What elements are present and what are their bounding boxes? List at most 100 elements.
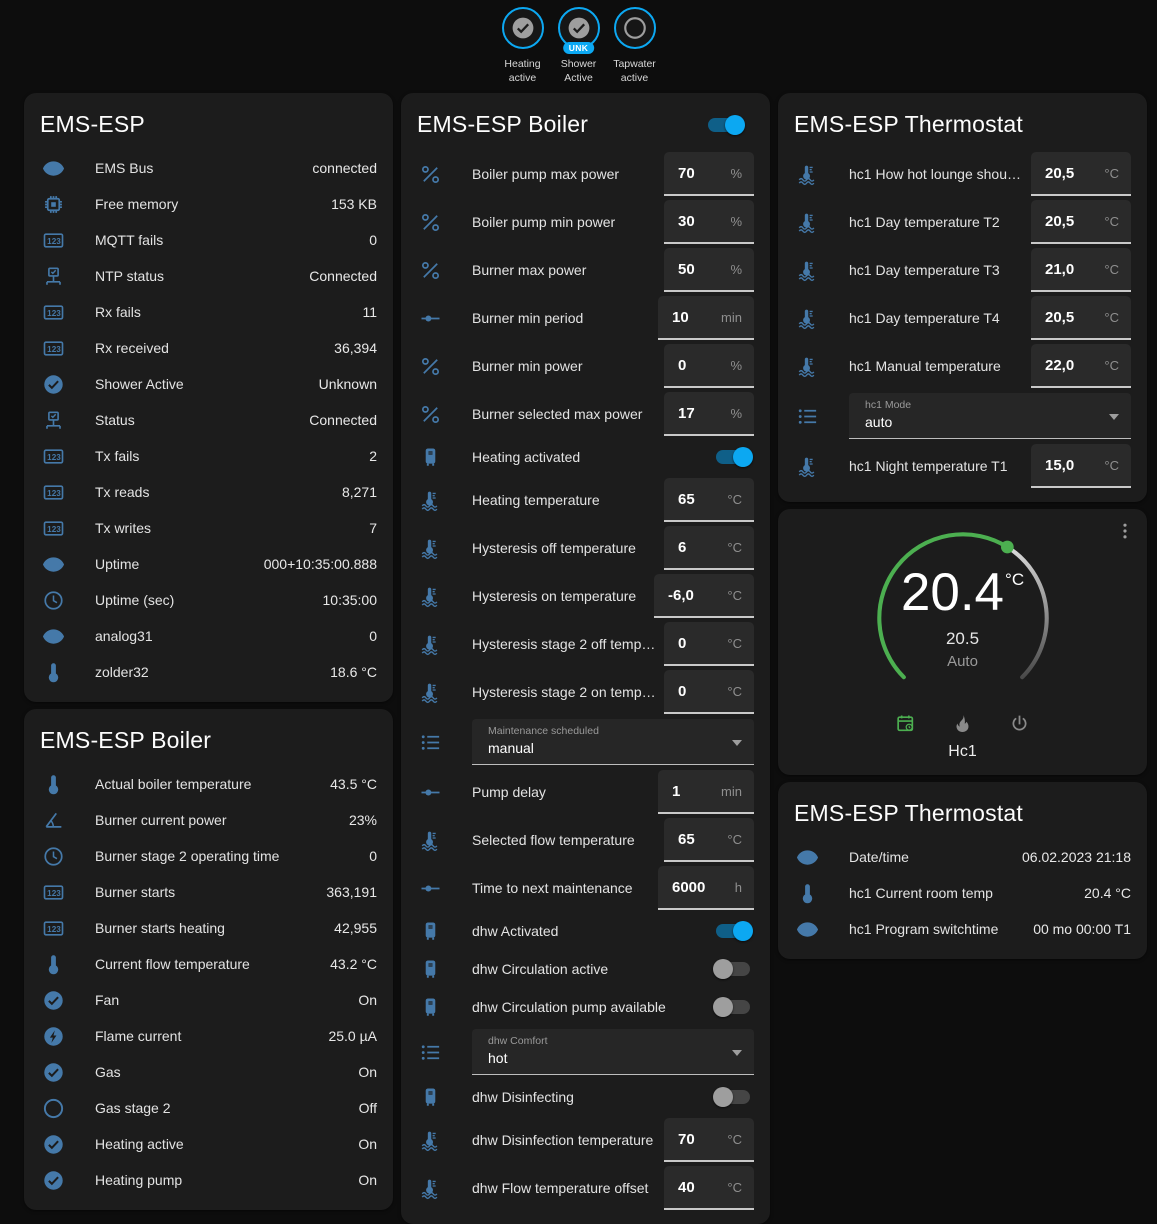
number-input-heating-temperature[interactable]: 65°C [664, 478, 754, 522]
row-free-memory[interactable]: Free memory153 KB [40, 186, 377, 222]
entity-label: Gas stage 2 [95, 1100, 359, 1116]
toggle-knob [713, 997, 733, 1017]
percent-icon [419, 259, 442, 282]
badge-circle-heating-active[interactable] [502, 7, 544, 49]
number-input-dhw-flow-temperature-offset[interactable]: 40°C [664, 1166, 754, 1210]
fire-icon[interactable] [952, 713, 973, 734]
number-input-hysteresis-stage-2-on-temp[interactable]: 0°C [664, 670, 754, 714]
chevron-down-icon [732, 740, 742, 746]
row-tx-reads[interactable]: 123Tx reads8,271 [40, 474, 377, 510]
number-input-selected-flow-temperature[interactable]: 65°C [664, 818, 754, 862]
select-label: dhw Comfort [488, 1035, 724, 1047]
toggle-dhw-circulation-pump-available[interactable] [716, 1000, 750, 1014]
counter-icon: 123 [42, 517, 65, 540]
calendar-icon[interactable] [895, 713, 916, 734]
entity-label: Tx fails [95, 448, 369, 464]
row-mqtt-fails[interactable]: 123MQTT fails0 [40, 222, 377, 258]
number-input-hc1-how-hot-lounge-should[interactable]: 20,5°C [1031, 152, 1131, 196]
number-input-boiler-pump-min-power[interactable]: 30% [664, 200, 754, 244]
number-input-boiler-pump-max-power[interactable]: 70% [664, 152, 754, 196]
row-hc1-day-temperature-t4: hc1 Day temperature T420,5°C [794, 294, 1131, 342]
entity-label: zolder32 [95, 664, 330, 680]
row-hc1-program-switchtime[interactable]: hc1 Program switchtime00 mo 00:00 T1 [794, 911, 1131, 947]
number-input-hysteresis-on-temperature[interactable]: -6,0°C [654, 574, 754, 618]
number-input-burner-selected-max-power[interactable]: 17% [664, 392, 754, 436]
row-status[interactable]: StatusConnected [40, 402, 377, 438]
row-hc1-current-room-temp[interactable]: hc1 Current room temp20.4 °C [794, 875, 1131, 911]
toggle-dhw-disinfecting[interactable] [716, 1090, 750, 1104]
select-dhw-comfort[interactable]: dhw Comforthot [472, 1029, 754, 1075]
row-gas[interactable]: GasOn [40, 1054, 377, 1090]
row-selected-flow-temperature: Selected flow temperature65°C [417, 816, 754, 864]
row-gas-stage-2[interactable]: Gas stage 2Off [40, 1090, 377, 1126]
number-input-burner-min-period[interactable]: 10min [658, 296, 754, 340]
row-zolder32[interactable]: zolder3218.6 °C [40, 654, 377, 690]
entity-label: Shower Active [95, 376, 319, 392]
toggle-dhw-circulation-active[interactable] [716, 962, 750, 976]
number-value: 6 [678, 539, 686, 556]
row-current-flow-temperature[interactable]: Current flow temperature43.2 °C [40, 946, 377, 982]
number-unit: °C [1104, 262, 1119, 277]
row-uptime[interactable]: Uptime000+10:35:00.888 [40, 546, 377, 582]
card-header: EMS-ESP Thermostat [794, 103, 1131, 150]
svg-text:123: 123 [47, 525, 61, 534]
row-shower-active[interactable]: Shower ActiveUnknown [40, 366, 377, 402]
entity-value: 06.02.2023 21:18 [1022, 849, 1131, 865]
number-input-hysteresis-off-temperature[interactable]: 6°C [664, 526, 754, 570]
badge-circle-shower-active[interactable]: UNK [558, 7, 600, 49]
number-input-hc1-manual-temperature[interactable]: 22,0°C [1031, 344, 1131, 388]
toggle-heating-activated[interactable] [716, 450, 750, 464]
coolant-icon [419, 585, 442, 608]
thermostat-dial[interactable]: 20.4°C20.5Auto [872, 527, 1054, 709]
entity-label: Rx fails [95, 304, 362, 320]
row-uptime-sec[interactable]: Uptime (sec)10:35:00 [40, 582, 377, 618]
row-burner-stage-2-operating-time[interactable]: Burner stage 2 operating time0 [40, 838, 377, 874]
row-heating-pump[interactable]: Heating pumpOn [40, 1162, 377, 1198]
row-tx-fails[interactable]: 123Tx fails2 [40, 438, 377, 474]
power-icon[interactable] [1009, 713, 1030, 734]
row-ems-bus[interactable]: EMS Busconnected [40, 150, 377, 186]
row-date-time[interactable]: Date/time06.02.2023 21:18 [794, 839, 1131, 875]
select-hc1-mode[interactable]: hc1 Modeauto [849, 393, 1131, 439]
card-header-toggle[interactable] [708, 118, 742, 132]
entity-label: hc1 Day temperature T4 [849, 310, 1031, 326]
number-input-hysteresis-stage-2-off-temp[interactable]: 0°C [664, 622, 754, 666]
entity-label: Heating pump [95, 1172, 358, 1188]
row-actual-boiler-temperature[interactable]: Actual boiler temperature43.5 °C [40, 766, 377, 802]
select-maintenance-scheduled[interactable]: Maintenance scheduledmanual [472, 719, 754, 765]
select-label: hc1 Mode [865, 399, 1101, 411]
number-input-hc1-day-temperature-t3[interactable]: 21,0°C [1031, 248, 1131, 292]
row-burner-starts[interactable]: 123Burner starts363,191 [40, 874, 377, 910]
number-input-hc1-day-temperature-t4[interactable]: 20,5°C [1031, 296, 1131, 340]
number-input-time-to-next-maintenance[interactable]: 6000h [658, 866, 754, 910]
row-fan[interactable]: FanOn [40, 982, 377, 1018]
number-input-dhw-disinfection-temperature[interactable]: 70°C [664, 1118, 754, 1162]
entity-value: 8,271 [342, 484, 377, 500]
entity-value: 0 [369, 232, 377, 248]
number-input-pump-delay[interactable]: 1min [658, 770, 754, 814]
row-rx-received[interactable]: 123Rx received36,394 [40, 330, 377, 366]
toggle-dhw-activated[interactable] [716, 924, 750, 938]
number-input-burner-max-power[interactable]: 50% [664, 248, 754, 292]
row-burner-current-power[interactable]: Burner current power23% [40, 802, 377, 838]
row-tx-writes[interactable]: 123Tx writes7 [40, 510, 377, 546]
row-burner-starts-heating[interactable]: 123Burner starts heating42,955 [40, 910, 377, 946]
row-flame-current[interactable]: Flame current25.0 µA [40, 1018, 377, 1054]
number-input-hc1-night-temperature-t1[interactable]: 15,0°C [1031, 444, 1131, 488]
number-input-burner-min-power[interactable]: 0% [664, 344, 754, 388]
card-ems-esp-thermostat: EMS-ESP Thermostathc1 How hot lounge sho… [778, 93, 1147, 502]
badge-circle-tapwater-active[interactable] [614, 7, 656, 49]
entity-label: Heating temperature [472, 492, 664, 508]
card-title: EMS-ESP Boiler [40, 727, 211, 754]
row-analog31[interactable]: analog310 [40, 618, 377, 654]
dots-vertical-icon[interactable] [1115, 521, 1135, 541]
number-input-hc1-day-temperature-t2[interactable]: 20,5°C [1031, 200, 1131, 244]
row-ntp-status[interactable]: NTP statusConnected [40, 258, 377, 294]
coolant-icon [796, 211, 819, 234]
row-heating-active[interactable]: Heating activeOn [40, 1126, 377, 1162]
entity-value: Connected [309, 268, 377, 284]
row-rx-fails[interactable]: 123Rx fails11 [40, 294, 377, 330]
card-header: EMS-ESP Thermostat [794, 792, 1131, 839]
coolant-icon [419, 537, 442, 560]
number-value: 70 [678, 165, 695, 182]
